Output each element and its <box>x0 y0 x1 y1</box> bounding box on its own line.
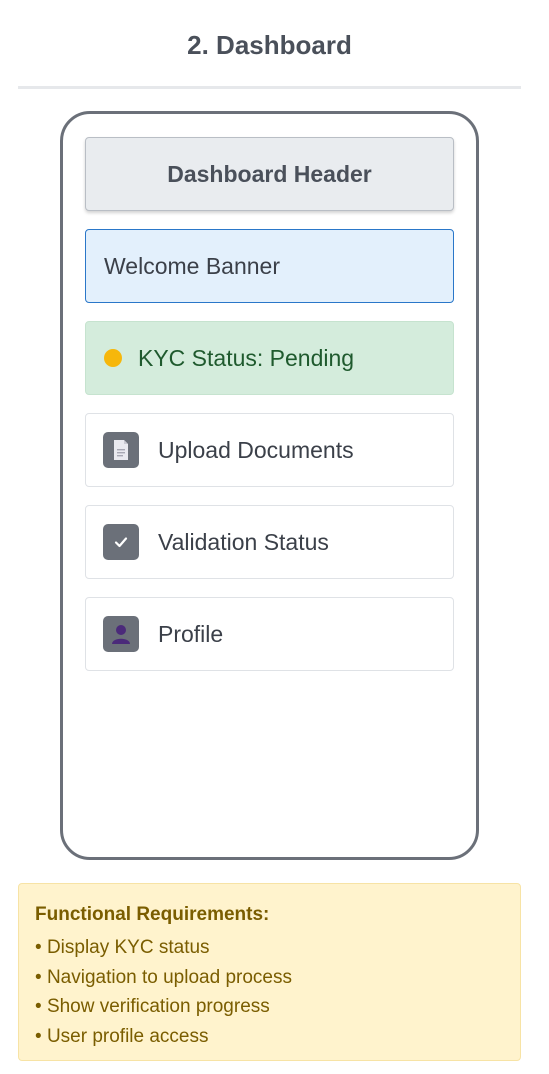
requirements-title: Functional Requirements: <box>35 904 270 925</box>
nav-item-validation-status[interactable]: Validation Status <box>85 505 454 579</box>
page-title: 2. Dashboard <box>187 30 352 60</box>
kyc-status-card[interactable]: KYC Status: Pending <box>85 321 454 395</box>
nav-item-upload-documents[interactable]: Upload Documents <box>85 413 454 487</box>
document-icon <box>103 432 139 468</box>
checkmark-icon <box>103 524 139 560</box>
requirement-item: Show verification progress <box>35 992 520 1022</box>
requirement-item: User profile access <box>35 1022 520 1052</box>
welcome-banner: Welcome Banner <box>85 229 454 303</box>
requirements-list: Display KYC status Navigation to upload … <box>35 933 520 1051</box>
requirement-item: Display KYC status <box>35 933 520 963</box>
nav-item-label: Upload Documents <box>158 436 354 463</box>
dashboard-header-label: Dashboard Header <box>167 160 372 187</box>
functional-requirements-note: Functional Requirements: Display KYC sta… <box>18 883 521 1061</box>
kyc-status-label: KYC Status: Pending <box>138 344 355 371</box>
requirement-item: Navigation to upload process <box>35 963 520 993</box>
status-dot-icon <box>104 349 122 367</box>
title-divider <box>18 86 521 89</box>
user-icon <box>103 616 139 652</box>
dashboard-header: Dashboard Header <box>85 137 454 211</box>
nav-item-label: Profile <box>158 620 224 647</box>
welcome-banner-label: Welcome Banner <box>104 252 280 279</box>
nav-item-profile[interactable]: Profile <box>85 597 454 671</box>
nav-item-label: Validation Status <box>158 528 329 555</box>
